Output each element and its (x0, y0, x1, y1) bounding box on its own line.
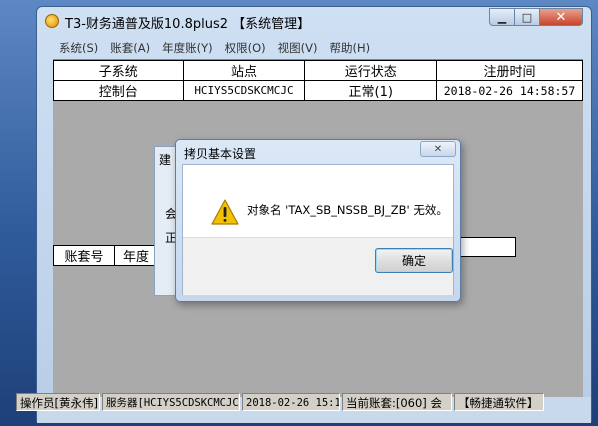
account-table-header-row: 账套号 年度 (53, 245, 158, 266)
account-table: 账套号 年度 (53, 245, 158, 266)
column-header-site[interactable]: 站点 (182, 60, 306, 81)
column-header-year[interactable]: 年度 (114, 245, 158, 266)
status-server: 服务器[HCIYS5CDSKCMCJC] (102, 393, 240, 411)
status-date: 2018-02-26 15:12 (242, 393, 340, 411)
copy-settings-dialog: 拷贝基本设置 ✕ 对象名 'TAX_SB_NSSB_BJ_ZB' 无效。 确定 (175, 139, 461, 302)
close-button[interactable]: ✕ (539, 8, 583, 26)
status-brand: 【畅捷通软件】 (454, 393, 544, 411)
cell-status: 正常(1) (304, 80, 438, 101)
maximize-button[interactable]: □ (514, 8, 540, 26)
status-current-account: 当前账套:[060] 会 (342, 393, 452, 411)
cell-site: HCIYS5CDSKCMCJC (182, 80, 306, 101)
menu-bar: 系统(S) 账套(A) 年度账(Y) 权限(O) 视图(V) 帮助(H) (53, 39, 376, 57)
table-row[interactable]: 控制台 HCIYS5CDSKCMCJC 正常(1) 2018-02-26 14:… (53, 80, 583, 101)
menu-help[interactable]: 帮助(H) (324, 39, 377, 57)
menu-year-account[interactable]: 年度账(Y) (156, 39, 219, 57)
subsystem-table: 子系统 站点 运行状态 注册时间 控制台 HCIYS5CDSKCMCJC 正常(… (53, 60, 583, 101)
menu-view[interactable]: 视图(V) (272, 39, 324, 57)
menu-system[interactable]: 系统(S) (53, 39, 104, 57)
status-bar: 操作员[黄永伟] 服务器[HCIYS5CDSKCMCJC] 2018-02-26… (16, 393, 546, 413)
app-icon (45, 14, 59, 28)
column-header-status[interactable]: 运行状态 (304, 60, 438, 81)
background-dialog-title: 建 (159, 153, 172, 167)
cell-register-time: 2018-02-26 14:58:57 (436, 80, 583, 101)
dialog-message: 对象名 'TAX_SB_NSSB_BJ_ZB' 无效。 (247, 203, 448, 217)
dialog-footer: 确定 (183, 237, 453, 295)
table-header-row: 子系统 站点 运行状态 注册时间 (53, 60, 583, 81)
menu-account[interactable]: 账套(A) (104, 39, 156, 57)
dialog-close-button[interactable]: ✕ (420, 141, 456, 157)
status-operator: 操作员[黄永伟] (16, 393, 100, 411)
column-header-account-no[interactable]: 账套号 (53, 245, 115, 266)
window-title: T3-财务通普及版10.8plus2 【系统管理】 (65, 17, 311, 32)
warning-icon (211, 199, 239, 225)
column-header-subsystem[interactable]: 子系统 (53, 60, 184, 81)
dialog-body: 对象名 'TAX_SB_NSSB_BJ_ZB' 无效。 确定 (182, 164, 454, 295)
minimize-button[interactable]: ▁ (489, 8, 515, 26)
background-input-field[interactable] (452, 237, 516, 257)
menu-permission[interactable]: 权限(O) (219, 39, 272, 57)
column-header-register-time[interactable]: 注册时间 (436, 60, 583, 81)
cell-subsystem: 控制台 (53, 80, 184, 101)
ok-button[interactable]: 确定 (375, 248, 453, 273)
dialog-title: 拷贝基本设置 (184, 147, 257, 161)
